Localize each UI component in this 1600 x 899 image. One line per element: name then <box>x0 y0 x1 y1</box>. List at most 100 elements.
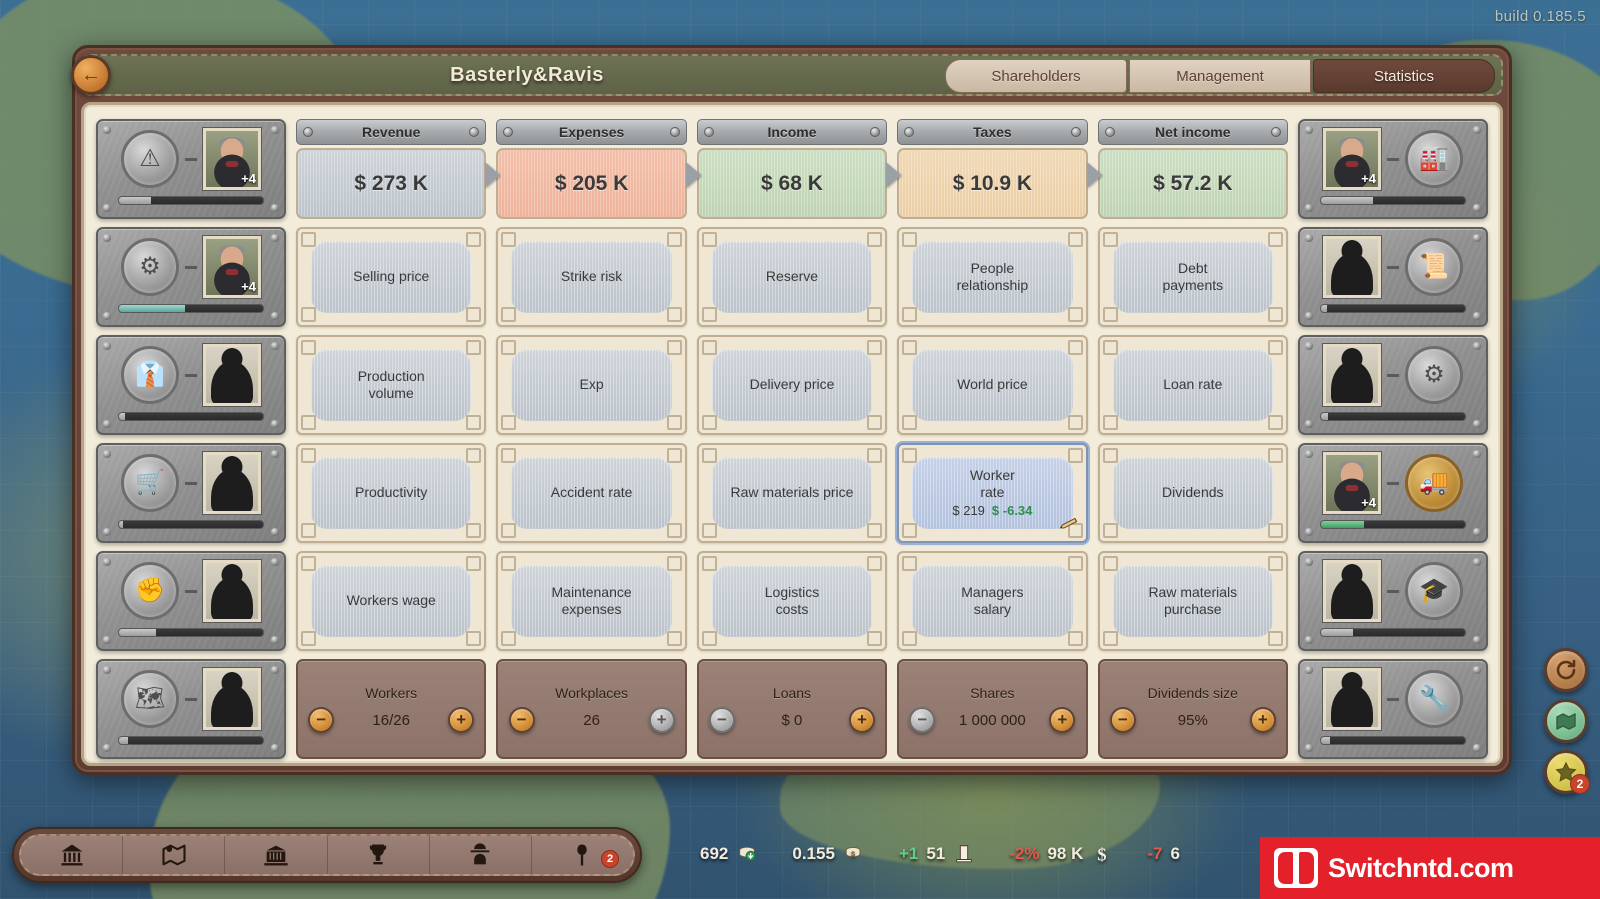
stat-label: Accident rate <box>511 457 672 529</box>
stepper-increment-button[interactable]: + <box>448 707 475 733</box>
stepper-decrement-button[interactable]: − <box>508 707 535 733</box>
financial-card-income[interactable]: Income $ 68 K <box>696 119 902 219</box>
empty-portrait[interactable] <box>202 343 262 407</box>
right-panel-5[interactable]: 🔧 <box>1297 659 1488 759</box>
taskbar-bank-button[interactable] <box>21 836 124 874</box>
stepper-shares[interactable]: Shares − 1 000 000 + <box>897 659 1088 759</box>
empty-portrait[interactable] <box>1321 559 1382 623</box>
left-panel-5[interactable]: 🗺 <box>96 659 286 759</box>
empty-portrait[interactable] <box>1321 235 1382 299</box>
stat-label: Delivery price <box>711 349 873 421</box>
financial-card-revenue[interactable]: Revenue $ 273 K <box>296 119 501 219</box>
empty-portrait[interactable] <box>202 667 262 731</box>
worker-rate-value: $ 219 <box>952 502 985 518</box>
financial-card-expenses[interactable]: Expenses $ 205 K <box>496 119 701 219</box>
stat-card-world-price[interactable]: World price <box>897 335 1088 435</box>
stat-card-accident-rate[interactable]: Accident rate <box>496 443 687 543</box>
stepper-workplaces[interactable]: Workplaces − 26 + <box>496 659 687 759</box>
stat-card-raw-materials-price[interactable]: Raw materials price <box>696 443 888 543</box>
tab-statistics[interactable]: Statistics <box>1313 59 1495 93</box>
taskbar-agents-button[interactable] <box>430 836 532 874</box>
stepper-decrement-button[interactable]: − <box>1109 707 1136 733</box>
stat-card-dividends[interactable]: Dividends <box>1097 443 1288 543</box>
coins-icon: $ <box>845 846 861 858</box>
taskbar-trophy-button[interactable] <box>328 836 430 874</box>
tab-shareholders[interactable]: Shareholders <box>945 59 1127 93</box>
stat-card-raw-materials-purchase[interactable]: Raw materials purchase <box>1097 551 1288 651</box>
empty-portrait[interactable] <box>1321 667 1382 731</box>
trophy-icon <box>369 844 387 865</box>
manager-portrait[interactable]: +4 <box>1321 451 1382 515</box>
corner-ornament <box>466 340 482 355</box>
left-panel-3[interactable]: 🛒 <box>96 443 286 543</box>
corner-ornament <box>501 232 517 247</box>
favorites-button[interactable]: 2 <box>1544 750 1590 794</box>
stepper-loans[interactable]: Loans − $ 0 + <box>696 659 888 759</box>
corner-ornament <box>301 631 316 646</box>
stat-card-maintenance-expenses[interactable]: Maintenance expenses <box>496 551 687 651</box>
stat-card-reserve[interactable]: Reserve <box>696 227 888 327</box>
financial-card-taxes[interactable]: Taxes $ 10.9 K <box>897 119 1102 219</box>
counter-rate: 0.155 $ <box>792 843 865 865</box>
flow-arrow-icon <box>485 162 501 188</box>
corner-ornament <box>666 232 682 247</box>
dollar-icon: $ <box>1098 844 1107 864</box>
stepper-value: 1 000 000 <box>959 711 1026 729</box>
stepper-increment-button[interactable]: + <box>1049 707 1076 733</box>
refresh-button[interactable] <box>1544 648 1588 692</box>
corner-ornament <box>301 415 316 430</box>
left-panel-1[interactable]: ⚙ +4 <box>96 227 286 327</box>
stat-card-production-volume[interactable]: Production volume <box>296 335 487 435</box>
stat-card-worker-rate[interactable]: Worker rate $ 219 $ -6.34 <box>897 443 1088 543</box>
stepper-decrement-button[interactable]: − <box>308 707 335 733</box>
stepper-increment-button[interactable]: + <box>648 707 675 733</box>
left-panel-2[interactable]: 👔 <box>96 335 286 435</box>
left-panel-0[interactable]: ⚠ +4 <box>96 119 286 219</box>
stat-card-managers-salary[interactable]: Managers salary <box>897 551 1088 651</box>
silhouette-icon <box>1330 685 1373 727</box>
stat-card-selling-price[interactable]: Selling price <box>296 227 487 327</box>
right-panel-1[interactable]: 📜 <box>1297 227 1488 327</box>
stepper-decrement-button[interactable]: − <box>708 707 735 733</box>
taskbar-mail-button[interactable]: 2 <box>532 836 633 874</box>
flow-arrow-icon <box>886 162 902 188</box>
taskbar-parliament-button[interactable] <box>225 836 328 874</box>
empty-portrait[interactable] <box>1321 343 1382 407</box>
stat-card-loan-rate[interactable]: Loan rate <box>1097 335 1288 435</box>
connector-line <box>1386 481 1399 485</box>
manager-portrait[interactable]: +4 <box>202 127 262 191</box>
stepper-dividends-size[interactable]: Dividends size − 95% + <box>1097 659 1288 759</box>
stat-card-delivery-price[interactable]: Delivery price <box>696 335 888 435</box>
stat-card-workers-wage[interactable]: Workers wage <box>296 551 487 651</box>
progress-bar <box>118 520 264 529</box>
stepper-workers[interactable]: Workers − 16/26 + <box>296 659 487 759</box>
stat-card-logistics-costs[interactable]: Logistics costs <box>696 551 888 651</box>
rivet-icon <box>271 420 279 428</box>
right-panel-2[interactable]: ⚙ <box>1297 335 1488 435</box>
rivet-icon <box>271 666 279 674</box>
corner-ornament <box>701 523 717 538</box>
tab-management[interactable]: Management <box>1129 59 1311 93</box>
stat-card-debt-payments[interactable]: Debt payments <box>1097 227 1288 327</box>
map-button[interactable] <box>1544 699 1588 743</box>
taskbar-map-button[interactable] <box>123 836 226 874</box>
empty-portrait[interactable] <box>202 559 262 623</box>
stepper-increment-button[interactable]: + <box>848 707 875 733</box>
stat-card-exp[interactable]: Exp <box>496 335 687 435</box>
left-panel-4[interactable]: ✊ <box>96 551 286 651</box>
statistics-grid: ⚠ +4 Revenue $ 273 K Expenses $ 205 K In… <box>96 119 1488 759</box>
stat-card-strike-risk[interactable]: Strike risk <box>496 227 687 327</box>
right-panel-4[interactable]: 🎓 <box>1297 551 1488 651</box>
back-button[interactable]: ← <box>71 55 111 95</box>
financial-card-net-income[interactable]: Net income $ 57.2 K <box>1097 119 1288 219</box>
stepper-increment-button[interactable]: + <box>1249 707 1276 733</box>
right-panel-3[interactable]: 🚚 +4 <box>1297 443 1488 543</box>
stepper-decrement-button[interactable]: − <box>909 707 936 733</box>
right-panel-0[interactable]: 🏭 +4 <box>1297 119 1488 219</box>
manager-portrait[interactable]: +4 <box>202 235 262 299</box>
manager-portrait[interactable]: +4 <box>1321 127 1382 191</box>
stat-card-people-relationship[interactable]: People relationship <box>897 227 1088 327</box>
empty-portrait[interactable] <box>202 451 262 515</box>
stat-card-productivity[interactable]: Productivity <box>296 443 487 543</box>
watermark: Switchntd.com <box>1260 837 1600 899</box>
